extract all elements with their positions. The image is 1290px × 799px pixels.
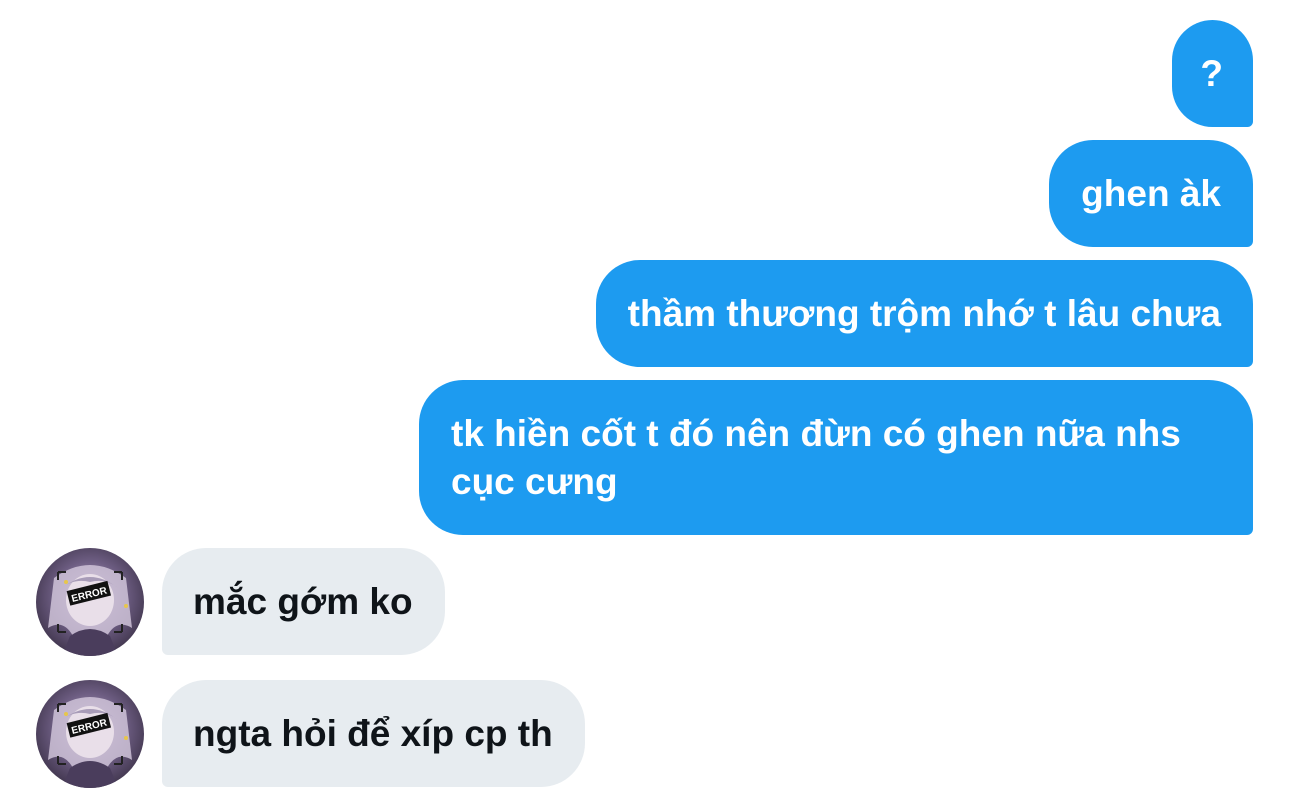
message-text: mắc gớm ko	[193, 581, 413, 622]
message-text: tk hiền cốt t đó nên đừn có ghen nữa nhs…	[451, 413, 1181, 502]
message-text: thầm thương trộm nhớ t lâu chưa	[627, 293, 1221, 334]
message-text: ngta hỏi để xíp cp th	[193, 713, 553, 754]
message-text: ?	[1200, 53, 1223, 94]
sent-message-bubble[interactable]: tk hiền cốt t đó nên đừn có ghen nữa nhs…	[419, 380, 1253, 535]
received-message-bubble[interactable]: ngta hỏi để xíp cp th	[162, 680, 585, 787]
sent-message-bubble[interactable]: ghen àk	[1049, 140, 1253, 247]
anime-girl-avatar-icon[interactable]: ERROR	[36, 680, 144, 788]
anime-girl-avatar-icon[interactable]: ERROR	[36, 548, 144, 656]
message-text: ghen àk	[1081, 173, 1221, 214]
sent-message-bubble[interactable]: thầm thương trộm nhớ t lâu chưa	[595, 260, 1253, 367]
sent-message-bubble[interactable]: ?	[1172, 20, 1253, 127]
received-message-bubble[interactable]: mắc gớm ko	[162, 548, 445, 655]
